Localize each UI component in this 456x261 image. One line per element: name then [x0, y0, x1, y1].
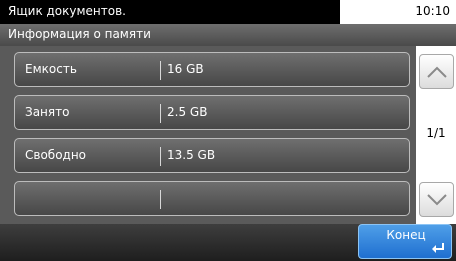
- scroll-down-button[interactable]: [419, 182, 454, 217]
- list-item-used[interactable]: Занято 2.5 GB: [14, 95, 410, 130]
- row-divider: [160, 147, 161, 166]
- list-item-capacity[interactable]: Емкость 16 GB: [14, 52, 410, 87]
- status-title-area: Ящик документов.: [0, 0, 340, 24]
- list-item-free[interactable]: Свободно 13.5 GB: [14, 138, 410, 173]
- chevron-down-icon: [427, 194, 447, 206]
- row-divider: [160, 61, 161, 80]
- status-time: 10:10: [415, 4, 450, 18]
- end-button[interactable]: Конец: [358, 224, 452, 259]
- row-divider: [160, 104, 161, 123]
- page-title: Информация о памяти: [8, 27, 151, 41]
- status-bar: Ящик документов. 10:10: [0, 0, 456, 24]
- row-label: Емкость: [25, 62, 77, 76]
- row-value: 2.5 GB: [167, 105, 208, 119]
- scroll-panel: 1/1: [416, 46, 456, 224]
- end-button-label: Конец: [386, 228, 426, 242]
- row-value: 13.5 GB: [167, 148, 216, 162]
- list-item-empty[interactable]: [14, 181, 410, 216]
- status-title: Ящик документов.: [8, 4, 126, 18]
- enter-arrow-icon: [432, 243, 444, 253]
- row-value: 16 GB: [167, 62, 204, 76]
- chevron-up-icon: [427, 66, 447, 78]
- row-divider: [160, 190, 161, 209]
- screen-header: Информация о памяти: [0, 24, 456, 46]
- memory-info-list: Емкость 16 GB Занято 2.5 GB Свободно 13.…: [0, 46, 416, 224]
- page-indicator: 1/1: [426, 126, 446, 140]
- scroll-up-button[interactable]: [419, 54, 454, 89]
- row-label: Занято: [25, 105, 70, 119]
- row-label: Свободно: [25, 148, 87, 162]
